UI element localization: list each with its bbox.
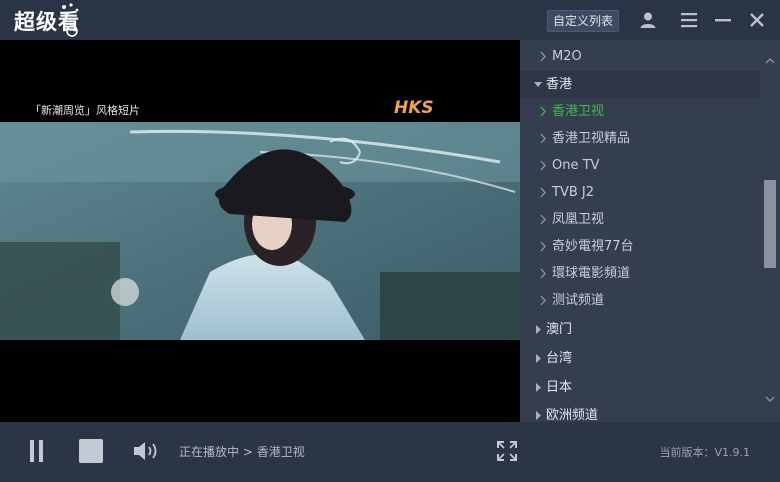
channel-item-test[interactable]: 测试频道: [520, 287, 764, 314]
group-item-taiwan[interactable]: 台湾: [520, 345, 764, 372]
channel-item-hk-satellite[interactable]: 香港卫视: [520, 98, 764, 125]
chevron-right-icon: [540, 160, 546, 171]
channel-item-one-tv[interactable]: One TV: [520, 152, 764, 179]
group-item-japan[interactable]: 日本: [520, 374, 764, 401]
minimize-icon[interactable]: [713, 10, 733, 30]
chevron-right-icon: [540, 106, 546, 117]
group-item-hongkong[interactable]: 香港: [520, 71, 764, 98]
chevron-right-icon: [540, 133, 546, 144]
video-player[interactable]: 「新潮周览」风格短片 HKS: [0, 40, 520, 422]
breadcrumb-separator: >: [242, 445, 253, 459]
pause-icon[interactable]: [27, 438, 47, 464]
now-playing-channel: 香港卫视: [256, 445, 305, 459]
chevron-down-icon: [534, 82, 542, 87]
custom-list-button[interactable]: 自定义列表: [547, 10, 619, 32]
channel-item-m2o[interactable]: M2O: [520, 43, 764, 70]
logo-bubbles-icon: [62, 3, 79, 37]
caret-right-icon: [536, 411, 541, 420]
user-icon[interactable]: [638, 10, 658, 30]
chevron-right-icon: [540, 51, 546, 62]
now-playing-status: 正在播放中 > 香港卫视: [179, 443, 305, 460]
chevron-right-icon: [540, 187, 546, 198]
channel-item-wonderful-77[interactable]: 奇妙電視77台: [520, 233, 764, 260]
caret-right-icon: [536, 383, 541, 392]
scroll-up-icon[interactable]: [764, 56, 776, 66]
video-caption: 「新潮周览」风格短片: [30, 104, 140, 117]
group-item-europe[interactable]: 欧洲频道: [520, 402, 764, 422]
group-item-macau[interactable]: 澳门: [520, 316, 764, 343]
chevron-right-icon: [540, 214, 546, 225]
chevron-right-icon: [540, 295, 546, 306]
channel-item-phoenix[interactable]: 凤凰卫视: [520, 206, 764, 233]
caret-right-icon: [536, 325, 541, 334]
playback-control-bar: 正在播放中 > 香港卫视 当前版本：V1.9.1: [0, 422, 780, 482]
channel-item-tvb-j2[interactable]: TVB J2: [520, 179, 764, 206]
title-bar: 超级看 自定义列表: [0, 0, 780, 40]
caret-right-icon: [536, 354, 541, 363]
scroll-down-icon[interactable]: [764, 394, 776, 404]
scrollbar-thumb[interactable]: [764, 180, 776, 268]
close-icon[interactable]: [747, 10, 767, 30]
version-label: 当前版本：V1.9.1: [659, 446, 750, 459]
volume-icon[interactable]: [132, 439, 162, 463]
stop-icon[interactable]: [78, 438, 104, 464]
now-playing-label: 正在播放中: [179, 445, 240, 459]
chevron-right-icon: [540, 268, 546, 279]
menu-icon[interactable]: [679, 10, 699, 30]
channel-item-hk-satellite-premium[interactable]: 香港卫视精品: [520, 125, 764, 152]
chevron-right-icon: [540, 241, 546, 252]
channel-list-scrollbar[interactable]: [760, 40, 780, 422]
video-frame-image: [0, 122, 520, 340]
fullscreen-icon[interactable]: [496, 440, 518, 462]
channel-list-panel[interactable]: M2O 香港 香港卫视 香港卫视精品 One TV TVB J2 凤凰卫视 奇妙…: [520, 40, 780, 422]
channel-item-global-movie[interactable]: 環球電影頻道: [520, 260, 764, 287]
channel-watermark: HKS: [394, 98, 434, 118]
